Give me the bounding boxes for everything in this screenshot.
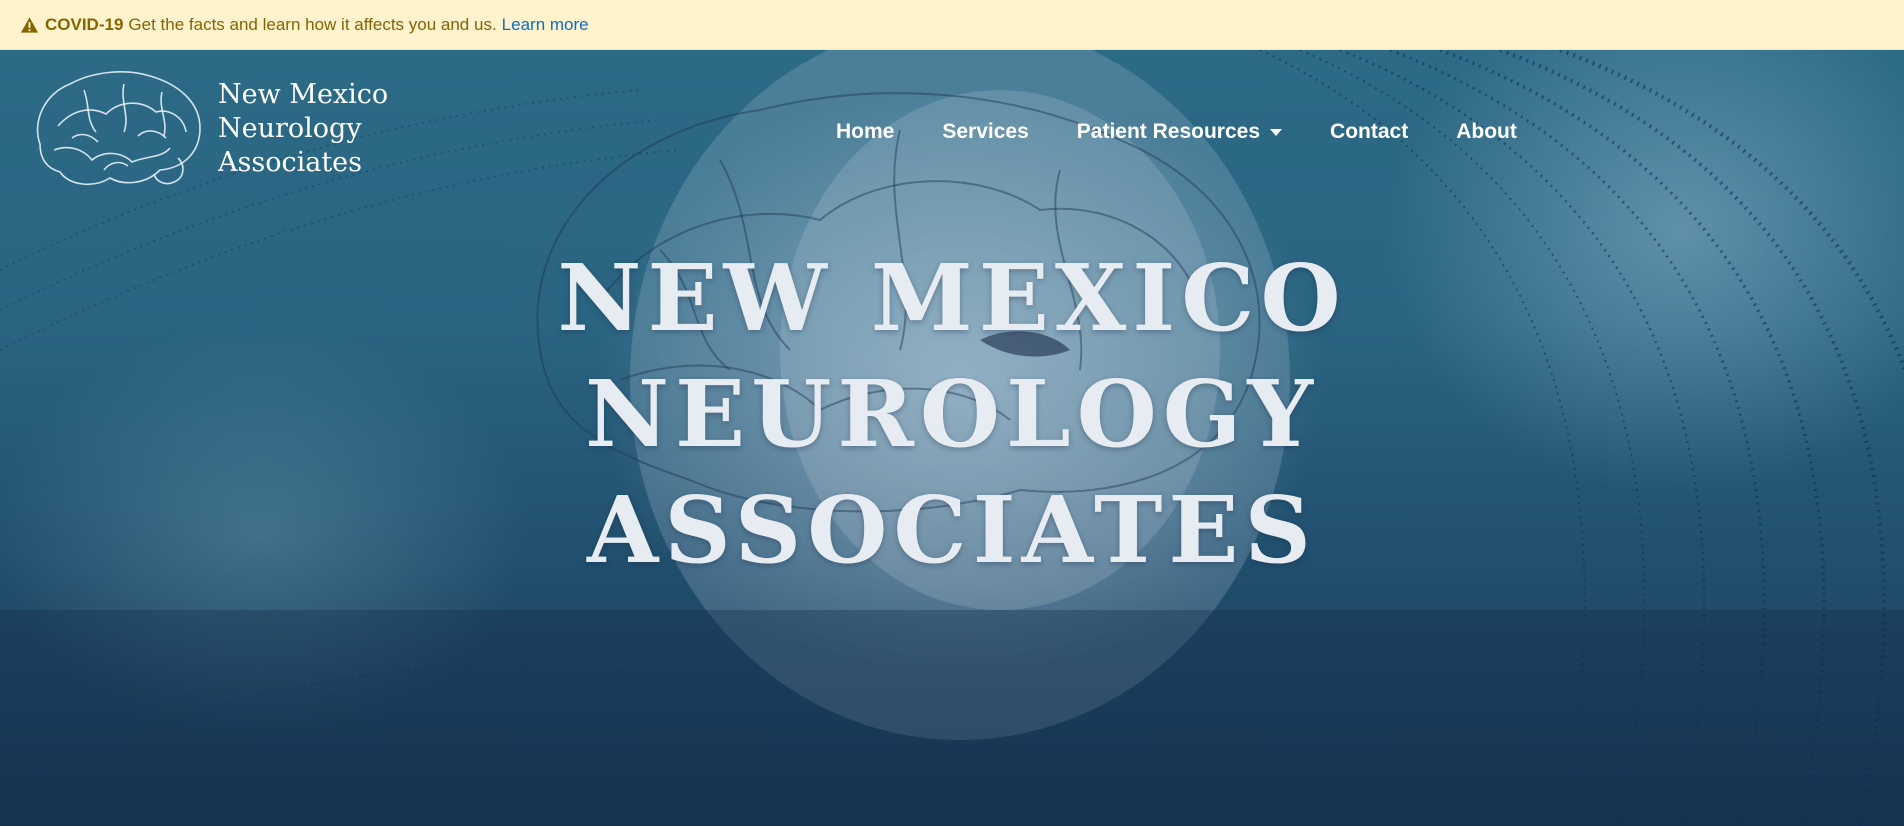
hero-banner: New Mexico Neurology Associates Home Ser… xyxy=(0,50,1904,826)
brand-line-1: New Mexico xyxy=(218,79,389,110)
main-nav: Home Services Patient Resources Contact … xyxy=(836,120,1517,144)
brand-line-2: Neurology xyxy=(218,113,362,144)
nav-item-home[interactable]: Home xyxy=(836,120,894,144)
nav-item-patient-resources[interactable]: Patient Resources xyxy=(1076,120,1283,144)
caret-down-icon xyxy=(1270,128,1283,136)
nav-item-about[interactable]: About xyxy=(1456,120,1517,144)
learn-more-link[interactable]: Learn more xyxy=(502,15,589,35)
nav-item-services[interactable]: Services xyxy=(942,120,1028,144)
alert-label: COVID-19 xyxy=(45,14,124,34)
nav-item-contact[interactable]: Contact xyxy=(1330,120,1408,144)
brain-icon xyxy=(36,71,201,185)
hero-line-1: NEW MEXICO xyxy=(557,244,1347,352)
alert-message: Get the facts and learn how it affects y… xyxy=(128,14,497,34)
nav-item-patient-resources-label: Patient Resources xyxy=(1076,120,1261,143)
brand-line-3: Associates xyxy=(218,147,363,178)
hero-line-3: ASSOCIATES xyxy=(586,476,1317,584)
site-logo[interactable]: New Mexico Neurology Associates xyxy=(28,66,388,194)
hero-headline: NEW MEXICO NEUROLOGY ASSOCIATES xyxy=(0,240,1904,588)
hero-line-2: NEUROLOGY xyxy=(584,360,1320,468)
warning-triangle-icon xyxy=(20,16,39,33)
brand-name: New Mexico Neurology Associates xyxy=(218,78,388,180)
covid-alert-bar: COVID-19 Get the facts and learn how it … xyxy=(0,0,1904,50)
